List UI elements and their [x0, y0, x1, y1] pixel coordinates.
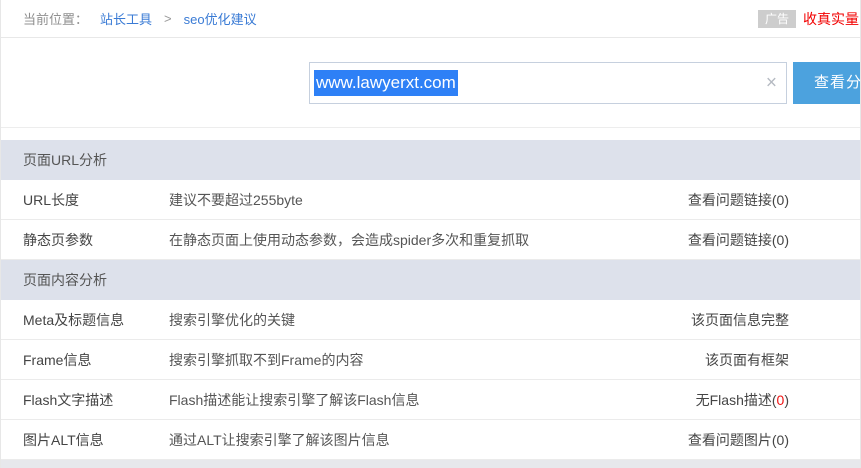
table-row: Frame信息搜索引擎抓取不到Frame的内容该页面有框架 — [1, 340, 860, 380]
section-gap — [1, 128, 860, 140]
row-description: 通过ALT让搜索引擎了解该图片信息 — [169, 430, 688, 450]
row-description: 建议不要超过255byte — [169, 190, 688, 210]
seo-analysis-page: 当前位置： 站长工具 > seo优化建议 广告 收真实量 www.lawyerx… — [0, 0, 861, 468]
row-description: Flash描述能让搜索引擎了解该Flash信息 — [169, 390, 696, 410]
table-row: 静态页参数在静态页面上使用动态参数，会造成spider多次和重复抓取查看问题链接… — [1, 220, 860, 260]
row-value: 该页面有框架 — [705, 350, 860, 370]
row-label: Flash文字描述 — [1, 390, 169, 410]
row-description: 搜索引擎抓取不到Frame的内容 — [169, 350, 705, 370]
url-input-selected-text: www.lawyerxt.com — [314, 70, 458, 95]
table-row: 图片ALT信息通过ALT让搜索引擎了解该图片信息查看问题图片(0) — [1, 420, 860, 460]
next-section-header-partial — [1, 460, 860, 468]
row-value-link[interactable]: 查看问题链接(0) — [688, 230, 860, 250]
clear-input-icon[interactable]: × — [766, 74, 777, 93]
row-label: 图片ALT信息 — [1, 430, 169, 450]
row-label: Frame信息 — [1, 350, 169, 370]
table-row: URL长度建议不要超过255byte查看问题链接(0) — [1, 180, 860, 220]
breadcrumb: 当前位置： 站长工具 > seo优化建议 广告 收真实量 — [1, 0, 860, 38]
url-input[interactable]: www.lawyerxt.com × — [309, 62, 787, 104]
row-value: 该页面信息完整 — [691, 310, 860, 330]
breadcrumb-separator: > — [164, 11, 172, 26]
row-label: URL长度 — [1, 190, 169, 210]
table-row: Meta及标题信息搜索引擎优化的关键该页面信息完整 — [1, 300, 860, 340]
section-header-row: 页面内容分析 — [1, 260, 860, 300]
analyze-button[interactable]: 查看分析 — [793, 62, 861, 104]
breadcrumb-label: 当前位置： — [23, 9, 88, 28]
ad-link[interactable]: 收真实量 — [803, 9, 859, 29]
row-label: 静态页参数 — [1, 230, 169, 250]
row-description: 搜索引擎优化的关键 — [169, 310, 691, 330]
breadcrumb-link-seo-advice[interactable]: seo优化建议 — [184, 9, 257, 28]
topbar-right: 广告 收真实量 — [758, 0, 860, 38]
row-value-link[interactable]: 查看问题图片(0) — [688, 430, 860, 450]
row-value-link[interactable]: 查看问题链接(0) — [688, 190, 860, 210]
breadcrumb-link-webmaster-tools[interactable]: 站长工具 — [100, 9, 152, 28]
row-value: 无Flash描述(0) — [696, 390, 860, 410]
ad-badge: 广告 — [758, 10, 796, 28]
analysis-table: 页面URL分析URL长度建议不要超过255byte查看问题链接(0)静态页参数在… — [1, 140, 860, 460]
table-row: Flash文字描述Flash描述能让搜索引擎了解该Flash信息无Flash描述… — [1, 380, 860, 420]
section-header-row: 页面URL分析 — [1, 140, 860, 180]
row-description: 在静态页面上使用动态参数，会造成spider多次和重复抓取 — [169, 230, 688, 250]
search-section: www.lawyerxt.com × 查看分析 — [1, 38, 860, 128]
row-label: Meta及标题信息 — [1, 310, 169, 330]
